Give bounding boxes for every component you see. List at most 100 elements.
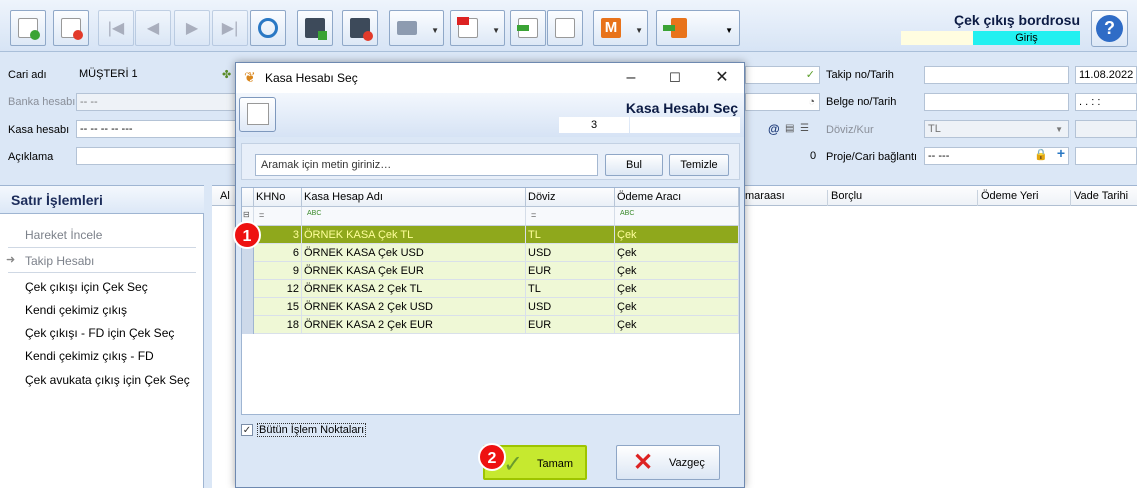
col-khno[interactable]: KHNo bbox=[254, 188, 302, 207]
row-indicator bbox=[242, 316, 254, 334]
kasa-hesabi-sec-dialog: ❦ Kasa Hesabı Seç – ☐ ✕ Kasa Hesabı Seç … bbox=[235, 62, 745, 488]
banka-field[interactable]: -- -- bbox=[76, 93, 236, 111]
cell-no: 15 bbox=[254, 298, 302, 316]
cell-currency: TL bbox=[526, 226, 615, 244]
last-record-button[interactable]: ▶| bbox=[212, 10, 248, 46]
cancel-label: Vazgeç bbox=[669, 457, 705, 469]
table-row[interactable]: 6 ÖRNEK KASA Çek USD USD Çek bbox=[242, 244, 739, 262]
chevron-down-icon: ▼ bbox=[635, 26, 643, 35]
kendi-cekimiz-item[interactable]: Kendi çekimiz çıkış bbox=[25, 303, 127, 317]
minimize-button[interactable]: – bbox=[619, 67, 643, 89]
import-icon bbox=[517, 18, 538, 38]
filter-name[interactable]: ABC bbox=[302, 207, 526, 226]
cari-label: Cari adı bbox=[8, 69, 47, 81]
col-odeme-yeri[interactable]: Ödeme Yeri bbox=[977, 190, 1038, 206]
takip-date-field[interactable]: 11.08.2022 bbox=[1075, 66, 1137, 84]
lookup-icon[interactable]: ✤ bbox=[222, 68, 236, 81]
banka-right-field[interactable]: ◔ bbox=[745, 93, 820, 111]
proje-field[interactable]: -- --- 🔒 + bbox=[924, 147, 1069, 165]
help-button[interactable]: ? bbox=[1091, 10, 1128, 47]
mode-spacer bbox=[901, 31, 973, 45]
cell-no: 12 bbox=[254, 280, 302, 298]
exit-door-icon bbox=[663, 18, 687, 38]
col-vade-tarihi[interactable]: Vade Tarihi bbox=[1070, 190, 1128, 206]
delete-document-icon bbox=[61, 18, 83, 40]
search-bar: Aramak için metin giriniz… Bul Temizle bbox=[241, 143, 740, 180]
col-borclu[interactable]: Borçlu bbox=[827, 190, 862, 206]
import-button[interactable] bbox=[510, 10, 546, 46]
filter-khno[interactable]: = bbox=[254, 207, 302, 226]
kendi-cekimiz-fd-item[interactable]: Kendi çekimiz çıkış - FD bbox=[25, 349, 154, 363]
indicator-header bbox=[242, 188, 254, 207]
card-icon[interactable]: ▤ bbox=[785, 123, 794, 134]
email-icon[interactable]: @ bbox=[768, 122, 780, 136]
search-input[interactable]: Aramak için metin giriniz… bbox=[255, 154, 598, 176]
find-button[interactable]: Bul bbox=[605, 154, 663, 176]
add-icon[interactable]: + bbox=[1057, 148, 1065, 160]
table-row[interactable]: 12 ÖRNEK KASA 2 Çek TL TL Çek bbox=[242, 280, 739, 298]
row-indicator bbox=[242, 280, 254, 298]
cek-cikisi-fd-item[interactable]: Çek çıkışı - FD için Çek Seç bbox=[25, 326, 174, 340]
exit-button[interactable]: ▼ bbox=[656, 10, 740, 46]
belge-no-field[interactable] bbox=[924, 93, 1069, 111]
table-row[interactable]: 18 ÖRNEK KASA 2 Çek EUR EUR Çek bbox=[242, 316, 739, 334]
menu-m-button[interactable]: M ▼ bbox=[593, 10, 648, 46]
belge-date-field[interactable]: . . : : bbox=[1075, 93, 1137, 111]
cek-cikisi-sec-item[interactable]: Çek çıkışı için Çek Seç bbox=[25, 280, 148, 294]
chevron-down-icon: ▼ bbox=[1055, 125, 1063, 134]
save-button[interactable] bbox=[297, 10, 333, 46]
cell-no: 6 bbox=[254, 244, 302, 262]
export-pdf-button[interactable]: ▼ bbox=[450, 10, 505, 46]
close-button[interactable]: ✕ bbox=[710, 67, 734, 89]
dialog-tools-button[interactable] bbox=[239, 97, 276, 132]
cell-name: ÖRNEK KASA 2 Çek EUR bbox=[302, 316, 526, 334]
check-icon[interactable]: ✓ bbox=[241, 424, 253, 436]
table-row[interactable]: 9 ÖRNEK KASA Çek EUR EUR Çek bbox=[242, 262, 739, 280]
all-points-checkbox[interactable]: ✓ Bütün İşlem Noktaları bbox=[241, 423, 371, 439]
check-icon: ✓ bbox=[805, 69, 815, 81]
cell-currency: EUR bbox=[526, 316, 615, 334]
clear-button[interactable]: Temizle bbox=[669, 154, 729, 176]
cari-field[interactable]: MÜŞTERİ 1 bbox=[76, 66, 226, 84]
maximize-button[interactable]: ☐ bbox=[663, 67, 687, 89]
banka-label: Banka hesabı bbox=[8, 96, 76, 108]
menu-icon[interactable]: ☰ bbox=[800, 123, 809, 134]
aciklama-label: Açıklama bbox=[8, 151, 54, 163]
cell-no: 18 bbox=[254, 316, 302, 334]
cell-name: ÖRNEK KASA 2 Çek USD bbox=[302, 298, 526, 316]
cek-avukata-item[interactable]: Çek avukata çıkış için Çek Seç bbox=[25, 373, 190, 387]
tools-button[interactable] bbox=[547, 10, 583, 46]
cell-name: ÖRNEK KASA 2 Çek TL bbox=[302, 280, 526, 298]
table-row[interactable]: 3 ÖRNEK KASA Çek TL TL Çek bbox=[242, 226, 739, 244]
col-al[interactable]: Al bbox=[217, 190, 230, 206]
save-close-button[interactable] bbox=[342, 10, 378, 46]
col-mara[interactable]: maraası bbox=[742, 190, 785, 206]
first-record-button[interactable]: |◀ bbox=[98, 10, 134, 46]
doviz-select[interactable]: TL ▼ bbox=[924, 120, 1069, 138]
filter-odeme[interactable]: ABC bbox=[615, 207, 739, 226]
col-odeme-araci[interactable]: Ödeme Aracı bbox=[615, 188, 739, 207]
print-button[interactable]: ▼ bbox=[389, 10, 444, 46]
cari-baglanti-field[interactable] bbox=[1075, 147, 1137, 165]
next-record-button[interactable]: ▶ bbox=[174, 10, 210, 46]
delete-record-button[interactable] bbox=[53, 10, 89, 46]
cari-right-field[interactable]: ✓ bbox=[745, 66, 820, 84]
cell-method: Çek bbox=[615, 298, 739, 316]
takip-hesabi-item[interactable]: Takip Hesabı bbox=[25, 254, 94, 268]
table-row[interactable]: 15 ÖRNEK KASA 2 Çek USD USD Çek bbox=[242, 298, 739, 316]
col-kasa-hesap-adi[interactable]: Kasa Hesap Adı bbox=[302, 188, 526, 207]
aciklama-field[interactable] bbox=[76, 147, 236, 165]
refresh-button[interactable] bbox=[250, 10, 286, 46]
printer-icon bbox=[397, 21, 417, 35]
kasa-field[interactable]: -- -- -- -- --- bbox=[76, 120, 236, 138]
cancel-button[interactable]: ✕ Vazgeç bbox=[616, 445, 720, 480]
new-record-button[interactable] bbox=[10, 10, 46, 46]
divider bbox=[8, 272, 196, 273]
kur-field[interactable] bbox=[1075, 120, 1137, 138]
prev-record-button[interactable]: ◀ bbox=[135, 10, 171, 46]
filter-doviz[interactable]: = bbox=[526, 207, 615, 226]
zero-value: 0 bbox=[810, 150, 817, 162]
takip-no-field[interactable] bbox=[924, 66, 1069, 84]
col-doviz[interactable]: Döviz bbox=[526, 188, 615, 207]
hareket-incele-item[interactable]: Hareket İncele bbox=[25, 228, 102, 242]
